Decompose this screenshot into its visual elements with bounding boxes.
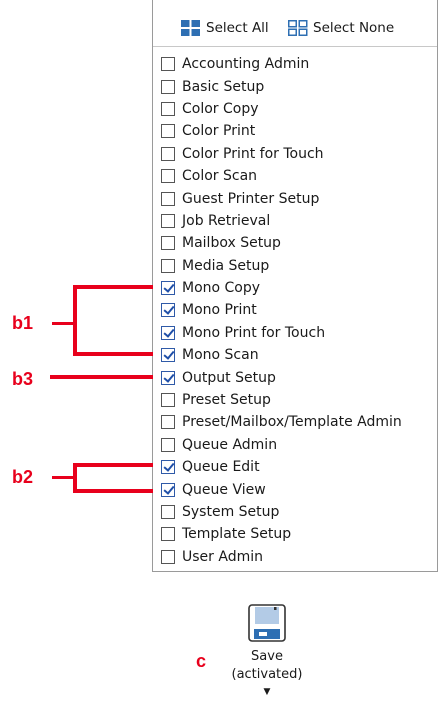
role-item[interactable]: Preset/Mailbox/Template Admin — [161, 411, 402, 433]
save-state-row[interactable]: (activated) ▼ — [226, 666, 308, 701]
annotation-b2: b2 — [12, 467, 34, 487]
role-label: Color Print — [182, 123, 256, 140]
role-checkbox[interactable] — [161, 437, 175, 452]
role-item[interactable]: Mono Print — [161, 299, 402, 321]
role-item[interactable]: Media Setup — [161, 255, 402, 277]
role-checkbox[interactable] — [161, 213, 175, 228]
role-item[interactable]: Queue Admin — [161, 434, 402, 456]
role-label: Preset Setup — [182, 392, 271, 409]
role-checkbox[interactable] — [161, 281, 175, 296]
role-label: System Setup — [182, 504, 280, 520]
role-checkbox[interactable] — [161, 303, 175, 318]
role-label: Media Setup — [182, 257, 270, 274]
role-checkbox[interactable] — [161, 348, 175, 363]
role-label: Job Retrieval — [182, 212, 271, 229]
role-item[interactable]: Template Setup — [161, 523, 402, 545]
role-item[interactable]: Mono Copy — [161, 277, 402, 299]
role-item[interactable]: Mailbox Setup — [161, 232, 402, 254]
role-label: Mono Print — [182, 302, 257, 319]
role-item[interactable]: Queue View — [161, 478, 402, 500]
select-none-button[interactable]: Select None — [288, 20, 394, 36]
role-checkbox[interactable] — [161, 79, 175, 94]
role-label: Basic Setup — [182, 78, 265, 95]
role-checkbox[interactable] — [161, 146, 175, 161]
role-checkbox[interactable] — [161, 124, 175, 139]
select-none-icon — [288, 20, 308, 36]
role-item[interactable]: Queue Edit — [161, 456, 402, 478]
role-checkbox[interactable] — [161, 482, 175, 497]
annotation-b3-pointer — [50, 375, 153, 379]
role-label: Mono Scan — [182, 347, 259, 364]
save-label: Save — [251, 649, 283, 664]
role-item[interactable]: User Admin — [161, 546, 402, 568]
role-item[interactable]: System Setup — [161, 501, 402, 523]
role-checkbox[interactable] — [161, 101, 175, 116]
role-item[interactable]: Guest Printer Setup — [161, 187, 402, 209]
role-label: Color Copy — [182, 100, 259, 117]
role-checkbox[interactable] — [161, 505, 175, 519]
role-item[interactable]: Color Print for Touch — [161, 143, 402, 165]
annotation-b2-bracket-bottom — [73, 489, 153, 493]
role-checkbox[interactable] — [161, 460, 175, 475]
role-checkbox[interactable] — [161, 415, 175, 430]
role-checkbox[interactable] — [161, 169, 175, 184]
role-item[interactable]: Mono Print for Touch — [161, 322, 402, 344]
role-label: Queue Edit — [182, 459, 260, 476]
annotation-c: c — [196, 651, 207, 671]
role-label: Mailbox Setup — [182, 235, 281, 252]
role-label: Color Scan — [182, 168, 258, 185]
role-label: Output Setup — [182, 369, 276, 386]
role-checkbox[interactable] — [161, 549, 175, 564]
floppy-disk-icon — [248, 604, 286, 642]
save-button[interactable]: Save (activated) ▼ — [226, 604, 308, 701]
role-label: Guest Printer Setup — [182, 190, 320, 207]
role-label: Queue Admin — [182, 436, 278, 453]
role-item[interactable]: Color Copy — [161, 98, 402, 120]
select-none-label: Select None — [313, 20, 395, 36]
panel-header: Select All Select None — [153, 0, 437, 47]
role-item[interactable]: Preset Setup — [161, 389, 402, 411]
annotation-b2-bracket-top — [73, 463, 153, 467]
annotation-b1-bracket-bottom — [73, 352, 153, 356]
role-label: Color Print for Touch — [182, 145, 324, 162]
role-item[interactable]: Color Scan — [161, 165, 402, 187]
role-label: Mono Print for Touch — [182, 324, 326, 341]
save-state-label: (activated) — [231, 666, 303, 682]
select-all-label: Select All — [206, 20, 269, 36]
annotation-b1-bracket-top — [73, 285, 153, 289]
role-item[interactable]: Output Setup — [161, 366, 402, 388]
role-checkbox[interactable] — [161, 191, 175, 206]
role-label: Preset/Mailbox/Template Admin — [182, 414, 402, 431]
annotation-b1: b1 — [12, 313, 34, 333]
chevron-down-icon: ▼ — [263, 687, 271, 698]
role-checkbox-list: Accounting Admin Basic Setup Color Copy Col… — [161, 53, 402, 568]
role-label: Mono Copy — [182, 280, 261, 297]
role-label: Template Setup — [182, 526, 292, 543]
select-all-button[interactable]: Select All — [181, 20, 269, 36]
role-checkbox[interactable] — [161, 527, 175, 542]
role-item[interactable]: Color Print — [161, 120, 402, 142]
roles-dropdown-panel: Select All Select None Accounting Admin B… — [152, 0, 438, 572]
select-all-icon — [181, 20, 200, 36]
role-item[interactable]: Job Retrieval — [161, 210, 402, 232]
role-checkbox[interactable] — [161, 57, 175, 72]
annotation-b3: b3 — [12, 369, 34, 389]
role-checkbox[interactable] — [161, 393, 175, 408]
role-item[interactable]: Mono Scan — [161, 344, 402, 366]
role-checkbox[interactable] — [161, 370, 175, 385]
role-checkbox[interactable] — [161, 325, 175, 340]
role-item[interactable]: Basic Setup — [161, 75, 402, 97]
role-label: Accounting Admin — [182, 56, 310, 73]
role-checkbox[interactable] — [161, 258, 175, 273]
annotation-b1-bracket-vertical — [73, 285, 77, 356]
role-item[interactable]: Accounting Admin — [161, 53, 402, 75]
role-checkbox[interactable] — [161, 236, 175, 251]
role-label: Queue View — [182, 481, 266, 498]
role-label: User Admin — [182, 548, 263, 565]
